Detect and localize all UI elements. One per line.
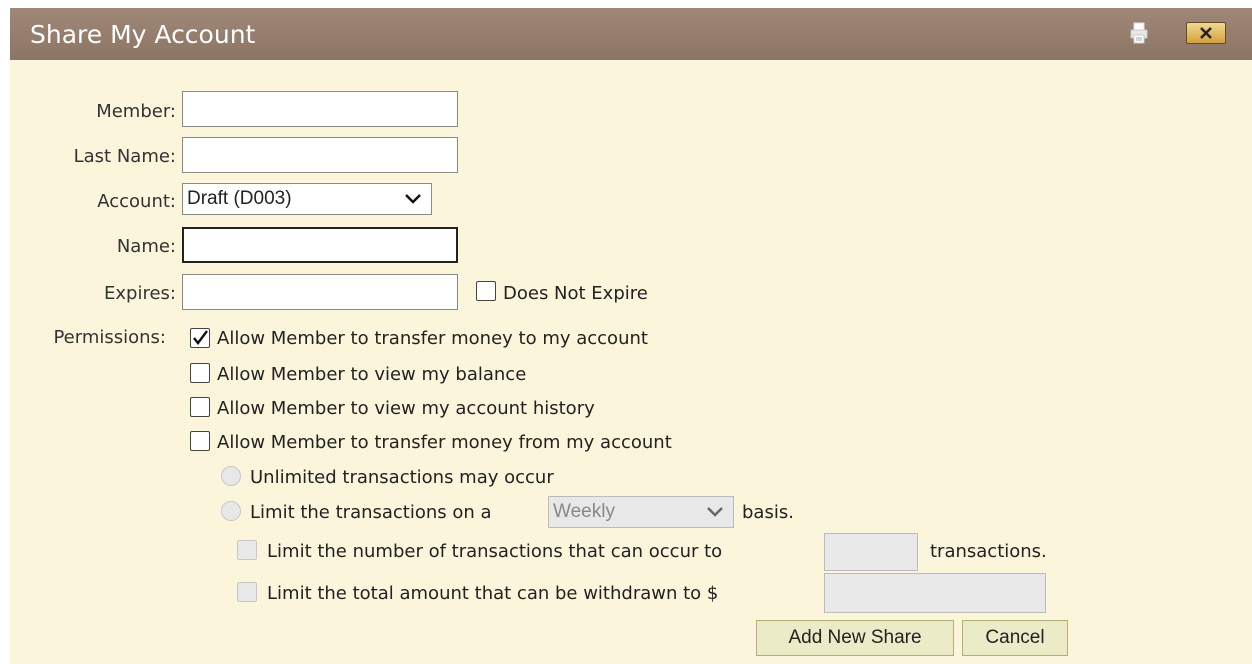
printer-icon[interactable]: [1130, 22, 1148, 44]
cancel-button[interactable]: Cancel: [962, 620, 1068, 656]
name-label: Name:: [116, 236, 176, 257]
permissions-label: Permissions:: [53, 327, 166, 348]
basis-select[interactable]: Weekly: [548, 496, 734, 528]
limit-amount-prefix: Limit the total amount that can be withd…: [267, 583, 719, 604]
last-name-input[interactable]: [182, 137, 458, 173]
expires-label: Expires:: [104, 283, 176, 304]
account-label: Account:: [97, 191, 176, 212]
unlimited-radio[interactable]: [221, 466, 241, 486]
permission-label-view-history: Allow Member to view my account history: [217, 398, 595, 419]
basis-select-value: Weekly: [553, 501, 615, 522]
chevron-down-icon: [707, 507, 723, 517]
limit-count-checkbox[interactable]: [237, 540, 257, 560]
limit-count-suffix: transactions.: [930, 541, 1047, 562]
limit-basis-suffix: basis.: [742, 502, 794, 523]
permission-checkbox-view-history[interactable]: [190, 397, 210, 417]
limit-basis-prefix: Limit the transactions on a: [250, 502, 492, 523]
permission-checkbox-transfer-from[interactable]: [190, 431, 210, 451]
does-not-expire-checkbox[interactable]: [476, 281, 496, 301]
dialog-title: Share My Account: [30, 19, 256, 49]
unlimited-label: Unlimited transactions may occur: [250, 467, 554, 488]
permission-label-transfer-from: Allow Member to transfer money from my a…: [217, 432, 672, 453]
permission-label-view-balance: Allow Member to view my balance: [217, 364, 527, 385]
last-name-label: Last Name:: [73, 146, 176, 167]
limit-basis-radio[interactable]: [221, 501, 241, 521]
chevron-down-icon: [405, 194, 421, 204]
member-label: Member:: [96, 101, 176, 122]
limit-amount-input[interactable]: [824, 573, 1046, 613]
account-select[interactable]: Draft (D003): [182, 183, 432, 215]
limit-amount-checkbox[interactable]: [237, 582, 257, 602]
expires-input[interactable]: [182, 274, 458, 310]
add-new-share-button[interactable]: Add New Share: [756, 620, 954, 656]
name-input[interactable]: [182, 227, 458, 263]
permission-checkbox-view-balance[interactable]: [190, 363, 210, 383]
account-select-value: Draft (D003): [187, 188, 292, 209]
title-bar: Share My Account: [10, 8, 1252, 60]
close-button[interactable]: [1186, 22, 1226, 44]
limit-count-prefix: Limit the number of transactions that ca…: [267, 541, 723, 562]
limit-count-input[interactable]: [824, 533, 918, 571]
checkmark-icon: [193, 330, 208, 345]
permission-checkbox-transfer-to[interactable]: [190, 328, 210, 348]
close-icon: [1200, 27, 1212, 39]
member-input[interactable]: [182, 91, 458, 127]
permission-label-transfer-to: Allow Member to transfer money to my acc…: [217, 328, 648, 349]
does-not-expire-label: Does Not Expire: [503, 283, 648, 304]
